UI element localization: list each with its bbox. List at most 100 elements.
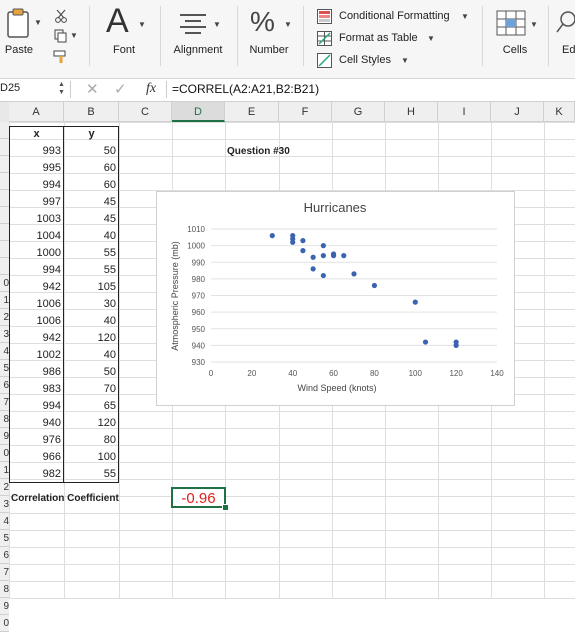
cell-y-value[interactable]: 60 — [64, 177, 119, 194]
cell-y-value[interactable]: 40 — [64, 228, 119, 245]
copy-icon[interactable] — [54, 29, 68, 43]
cell-x-value[interactable]: 1002 — [9, 347, 64, 364]
cell-y-value[interactable]: 55 — [64, 466, 119, 483]
cell-x-value[interactable]: 997 — [9, 194, 64, 211]
paste-chevron-icon[interactable]: ▼ — [34, 18, 42, 27]
cell-y-value[interactable]: 100 — [64, 449, 119, 466]
column-header-e[interactable]: E — [225, 102, 279, 122]
row-header[interactable]: 2 — [0, 309, 9, 326]
row-header[interactable] — [0, 173, 9, 190]
cell-y-value[interactable]: 50 — [64, 364, 119, 381]
correlation-label[interactable]: Correlation Coefficient — [11, 490, 119, 507]
select-all-corner[interactable] — [0, 102, 9, 123]
row-header[interactable]: 5 — [0, 360, 9, 377]
cell-x-value[interactable]: 1006 — [9, 296, 64, 313]
row-header[interactable] — [0, 156, 9, 173]
cell-y-value[interactable]: 45 — [64, 194, 119, 211]
cell-x-value[interactable]: 986 — [9, 364, 64, 381]
cells-button[interactable]: ▼ Cells — [490, 4, 542, 66]
row-header[interactable] — [0, 207, 9, 224]
cell-y-value[interactable]: 45 — [64, 211, 119, 228]
cut-icon[interactable] — [54, 9, 68, 23]
row-header[interactable]: 6 — [0, 547, 9, 564]
font-button[interactable]: A ▼ Font — [98, 2, 152, 66]
formula-input[interactable]: =CORREL(A2:A21,B2:B21) — [172, 82, 319, 96]
cell-x-value[interactable]: 994 — [9, 262, 64, 279]
cell-y-value[interactable]: 50 — [64, 143, 119, 160]
cell-y-value[interactable]: 55 — [64, 245, 119, 262]
cell-x-value[interactable]: 995 — [9, 160, 64, 177]
row-header[interactable]: 1 — [0, 292, 9, 309]
cell-y-value[interactable]: 120 — [64, 415, 119, 432]
cell-y-value[interactable]: 55 — [64, 262, 119, 279]
column-header-d[interactable]: D — [172, 102, 225, 122]
function-icon[interactable]: fx — [146, 81, 156, 97]
column-header-g[interactable]: G — [332, 102, 385, 122]
row-header[interactable] — [0, 122, 9, 139]
column-header-c[interactable]: C — [119, 102, 172, 122]
fill-handle[interactable] — [222, 504, 229, 511]
confirm-icon[interactable]: ✓ — [114, 80, 127, 98]
cell-styles-button[interactable]: Cell Styles ▼ — [317, 52, 417, 70]
cell-x-value[interactable]: 966 — [9, 449, 64, 466]
cell-y-value[interactable]: 70 — [64, 381, 119, 398]
cell-x-value[interactable]: 994 — [9, 398, 64, 415]
row-header[interactable]: 7 — [0, 564, 9, 581]
cell-x-value[interactable]: 983 — [9, 381, 64, 398]
row-header[interactable]: 1 — [0, 462, 9, 479]
row-header[interactable]: 2 — [0, 479, 9, 496]
row-header[interactable]: 3 — [0, 496, 9, 513]
cell-y-value[interactable]: 60 — [64, 160, 119, 177]
row-header[interactable] — [0, 139, 9, 156]
cell-y-value[interactable]: 105 — [64, 279, 119, 296]
conditional-formatting-button[interactable]: Conditional Formatting ▼ — [317, 8, 477, 26]
column-header-a[interactable]: A — [9, 102, 64, 122]
column-header-f[interactable]: F — [279, 102, 332, 122]
cell-y-value[interactable]: 65 — [64, 398, 119, 415]
cell-x-value[interactable]: 993 — [9, 143, 64, 160]
column-header-i[interactable]: I — [438, 102, 491, 122]
row-header[interactable]: 8 — [0, 581, 9, 598]
format-painter-icon[interactable] — [53, 50, 69, 64]
question-label[interactable]: Question #30 — [227, 143, 290, 160]
column-header-k[interactable]: K — [544, 102, 575, 122]
row-header[interactable]: 0 — [0, 445, 9, 462]
cell-y-value[interactable]: 30 — [64, 296, 119, 313]
header-y[interactable]: y — [64, 126, 119, 143]
alignment-button[interactable]: ▼ Alignment — [168, 4, 230, 66]
cell-y-value[interactable]: 120 — [64, 330, 119, 347]
row-header[interactable]: 3 — [0, 326, 9, 343]
name-box-stepper-icon[interactable]: ▲ ▼ — [58, 81, 65, 97]
cell-y-value[interactable]: 40 — [64, 347, 119, 364]
column-header-b[interactable]: B — [64, 102, 119, 122]
cancel-icon[interactable]: ✕ — [86, 80, 99, 98]
row-header[interactable]: 7 — [0, 394, 9, 411]
cell-x-value[interactable]: 982 — [9, 466, 64, 483]
row-header[interactable]: 9 — [0, 598, 9, 615]
cell-y-value[interactable]: 40 — [64, 313, 119, 330]
row-header[interactable] — [0, 258, 9, 275]
row-header[interactable] — [0, 190, 9, 207]
header-x[interactable]: x — [9, 126, 64, 143]
cell-x-value[interactable]: 942 — [9, 330, 64, 347]
copy-chevron-icon[interactable]: ▼ — [70, 31, 78, 40]
hurricanes-chart[interactable]: Hurricanes Wind Speed (knots) Atmospheri… — [156, 191, 515, 406]
row-header[interactable] — [0, 224, 9, 241]
row-header[interactable]: 4 — [0, 513, 9, 530]
cell-x-value[interactable]: 940 — [9, 415, 64, 432]
row-header[interactable]: 0 — [0, 275, 9, 292]
row-header[interactable]: 0 — [0, 615, 9, 632]
cell-x-value[interactable]: 1004 — [9, 228, 64, 245]
column-header-j[interactable]: J — [491, 102, 544, 122]
number-button[interactable]: % ▼ Number — [244, 4, 296, 66]
row-header[interactable]: 5 — [0, 530, 9, 547]
row-header[interactable]: 9 — [0, 428, 9, 445]
format-as-table-button[interactable]: Format as Table ▼ — [317, 30, 447, 48]
row-header[interactable]: 8 — [0, 411, 9, 428]
cell-x-value[interactable]: 1000 — [9, 245, 64, 262]
cell-x-value[interactable]: 994 — [9, 177, 64, 194]
search-icon[interactable] — [556, 10, 575, 36]
row-header[interactable] — [0, 241, 9, 258]
column-header-h[interactable]: H — [385, 102, 438, 122]
cell-x-value[interactable]: 976 — [9, 432, 64, 449]
